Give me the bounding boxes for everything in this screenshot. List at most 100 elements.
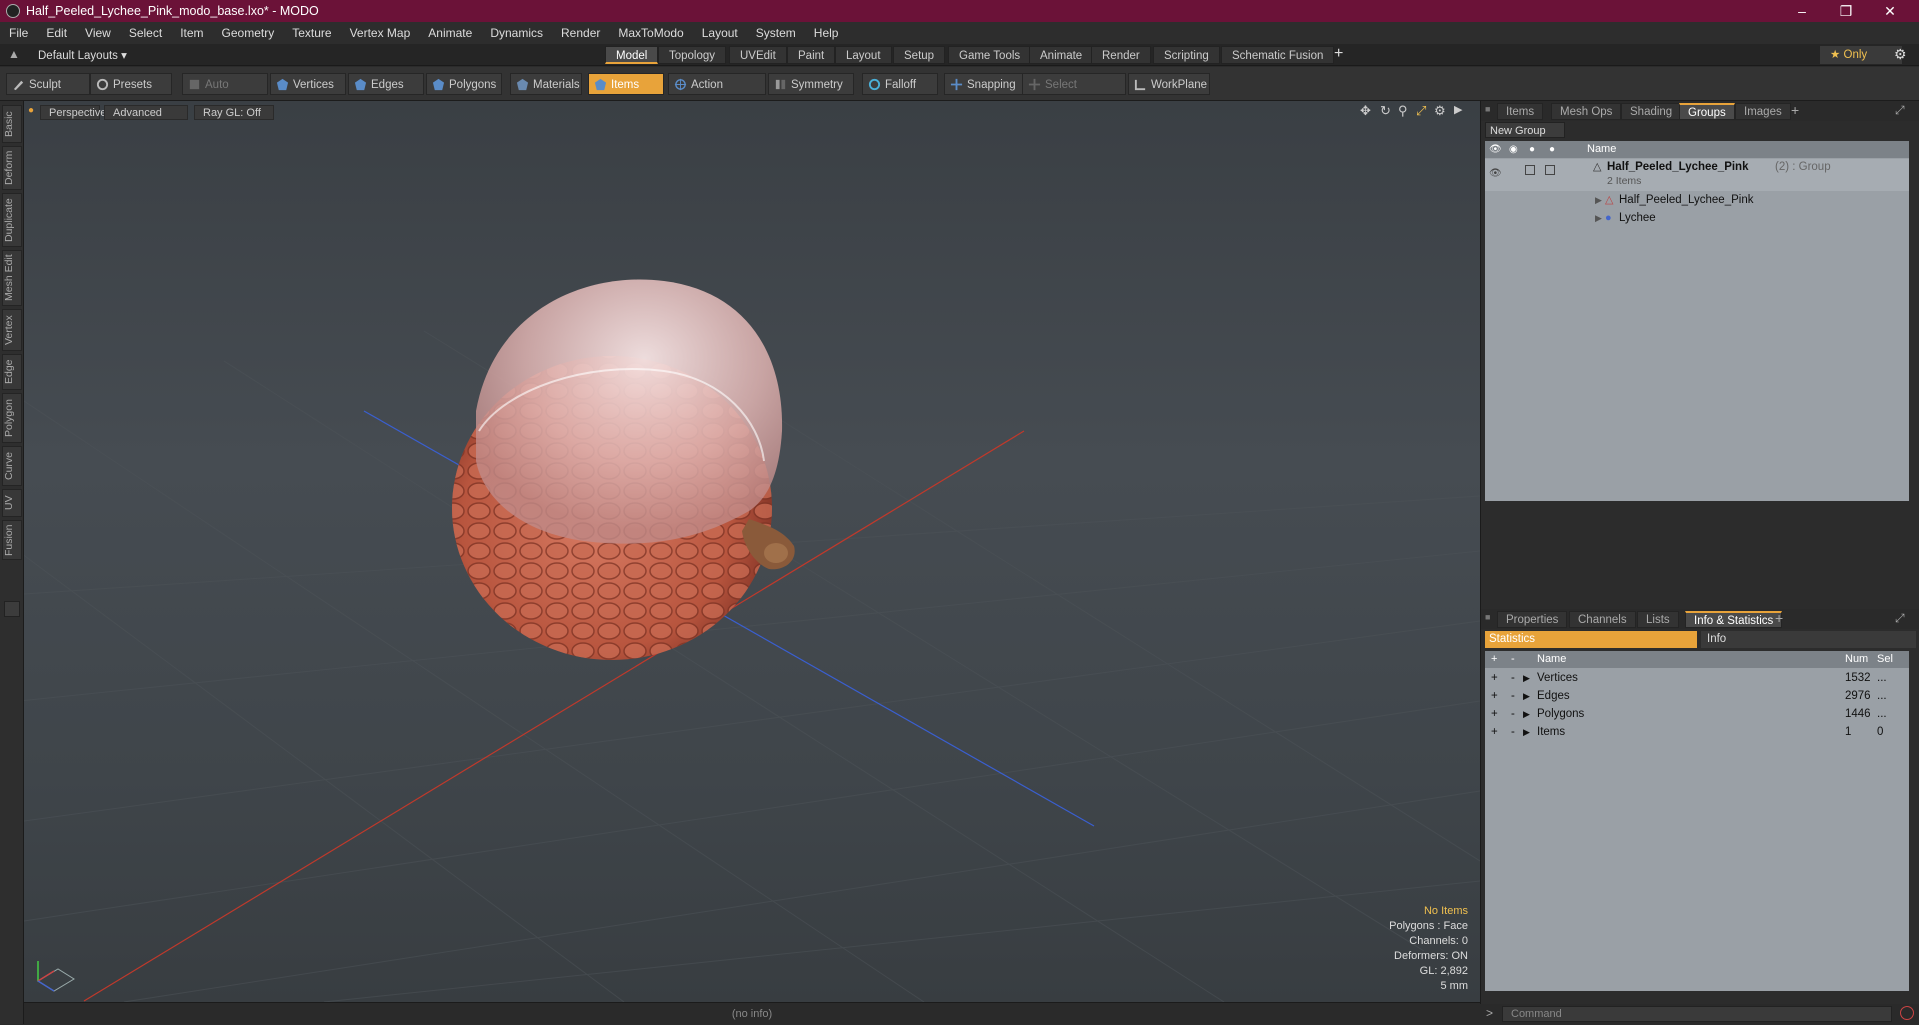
stats-name-column[interactable]: Name xyxy=(1537,651,1566,668)
menu-animate[interactable]: Animate xyxy=(419,26,481,40)
menu-geometry[interactable]: Geometry xyxy=(213,26,284,40)
menu-texture[interactable]: Texture xyxy=(283,26,340,40)
vertices-button[interactable]: Vertices 1 xyxy=(270,73,346,113)
stats-sel-column[interactable]: Sel xyxy=(1877,651,1893,668)
tab-channels[interactable]: Channels xyxy=(1569,611,1636,628)
menu-system[interactable]: System xyxy=(747,26,805,40)
statistics-tab[interactable]: Statistics xyxy=(1485,631,1697,648)
row-collapse-icon[interactable]: - xyxy=(1511,723,1515,741)
sidebar-tab-fusion[interactable]: Fusion xyxy=(2,520,22,560)
tab-shading[interactable]: Shading xyxy=(1621,103,1682,120)
viewport-menu-icon[interactable]: ● xyxy=(28,105,34,116)
3d-viewport[interactable]: ● Perspective Advanced Ray GL: Off ✥ ↻ ⚲… xyxy=(24,101,1480,1002)
tab-layout[interactable]: Layout xyxy=(835,46,892,64)
select-col-icon[interactable]: ● xyxy=(1549,141,1555,158)
tab-setup[interactable]: Setup xyxy=(893,46,946,64)
tab-model[interactable]: Model xyxy=(605,46,659,64)
polygons-button[interactable]: Polygons xyxy=(426,73,502,95)
visibility-col-icon[interactable]: 👁 xyxy=(1489,141,1502,158)
perspective-dropdown[interactable]: Perspective xyxy=(40,105,106,120)
edges-button[interactable]: Edges 2 xyxy=(348,73,424,113)
tab-items[interactable]: Items xyxy=(1497,103,1544,120)
menu-item[interactable]: Item xyxy=(171,26,212,40)
view-settings-icon[interactable]: ⚙ xyxy=(1434,103,1446,119)
fit-view-icon[interactable]: ⤢ xyxy=(1416,103,1426,119)
expand-all-icon[interactable]: + xyxy=(1491,651,1497,668)
command-clear-icon[interactable] xyxy=(1900,1006,1914,1020)
add-panel-tab-icon[interactable]: + xyxy=(1775,610,1783,626)
group-lock-checkbox[interactable] xyxy=(1525,165,1535,175)
menu-render[interactable]: Render xyxy=(552,26,609,40)
tab-topology[interactable]: Topology xyxy=(658,46,727,64)
sidebar-tab-curve[interactable]: Curve xyxy=(2,446,22,486)
move-view-icon[interactable]: ✥ xyxy=(1360,103,1371,119)
tab-uvedit[interactable]: UVEdit xyxy=(729,46,787,64)
row-expand-icon[interactable]: + xyxy=(1491,687,1498,705)
panel-maximize-icon[interactable]: ⤢ xyxy=(1895,611,1905,626)
menu-dynamics[interactable]: Dynamics xyxy=(481,26,552,40)
menu-edit[interactable]: Edit xyxy=(37,26,76,40)
expand-arrow-icon[interactable]: ▶ xyxy=(1595,191,1602,209)
select-through-button[interactable]: Select Through xyxy=(1022,73,1126,113)
render-col-icon[interactable]: ◉ xyxy=(1509,141,1518,158)
groups-name-column[interactable]: Name xyxy=(1587,141,1616,158)
tab-groups[interactable]: Groups xyxy=(1679,103,1735,120)
collapse-all-icon[interactable]: - xyxy=(1511,651,1515,668)
menu-help[interactable]: Help xyxy=(805,26,848,40)
tab-lists[interactable]: Lists xyxy=(1637,611,1679,628)
sidebar-tab-mesh-edit[interactable]: Mesh Edit xyxy=(2,250,22,306)
workplane-button[interactable]: WorkPlane xyxy=(1128,73,1210,95)
expand-arrow-icon[interactable]: ▶ xyxy=(1595,209,1602,227)
minimize-icon[interactable]: – xyxy=(1782,0,1822,22)
sidebar-toggle-button[interactable] xyxy=(4,601,20,617)
menu-vertex-map[interactable]: Vertex Map xyxy=(341,26,420,40)
table-row[interactable]: + - ▶ Polygons 1446 ... xyxy=(1485,705,1909,723)
only-toggle[interactable]: ★ Only xyxy=(1820,46,1902,64)
layout-preset-dropdown[interactable]: Default Layouts ▾ xyxy=(38,48,127,62)
presets-button[interactable]: Presets F6 xyxy=(90,73,172,113)
menu-maxtomodo[interactable]: MaxToModo xyxy=(609,26,692,40)
panel-maximize-icon[interactable]: ⤢ xyxy=(1895,103,1905,118)
sidebar-tab-polygon[interactable]: Polygon xyxy=(2,393,22,443)
group-select-checkbox[interactable] xyxy=(1545,165,1555,175)
menu-file[interactable]: File xyxy=(0,26,37,40)
group-row[interactable]: 👁 △ Half_Peeled_Lychee_Pink (2) : Group … xyxy=(1485,159,1909,191)
row-collapse-icon[interactable]: - xyxy=(1511,669,1515,687)
raygl-toggle[interactable]: Ray GL: Off xyxy=(194,105,274,120)
row-collapse-icon[interactable]: - xyxy=(1511,705,1515,723)
menu-select[interactable]: Select xyxy=(120,26,171,40)
tab-animate[interactable]: Animate xyxy=(1029,46,1094,64)
lychee-model[interactable] xyxy=(452,279,795,660)
table-row[interactable]: + - ▶ Edges 2976 ... xyxy=(1485,687,1909,705)
tab-game-tools[interactable]: Game Tools xyxy=(948,46,1032,64)
row-expand-icon[interactable]: + xyxy=(1491,723,1498,741)
zoom-view-icon[interactable]: ⚲ xyxy=(1398,103,1408,119)
sidebar-tab-basic[interactable]: Basic xyxy=(2,105,22,143)
symmetry-button[interactable]: Symmetry xyxy=(768,73,854,95)
row-expand-icon[interactable]: + xyxy=(1491,669,1498,687)
auto-select-button[interactable]: Auto Select xyxy=(182,73,268,113)
restore-icon[interactable]: ❐ xyxy=(1826,0,1866,22)
info-tab[interactable]: Info xyxy=(1701,631,1916,648)
falloff-button[interactable]: Falloff xyxy=(862,73,938,95)
tab-mesh-ops[interactable]: Mesh Ops xyxy=(1551,103,1622,120)
sidebar-tab-vertex[interactable]: Vertex xyxy=(2,309,22,351)
sidebar-tab-uv[interactable]: UV xyxy=(2,489,22,517)
action-center-button[interactable]: Action Center xyxy=(668,73,766,113)
row-arrow-icon[interactable]: ▶ xyxy=(1523,669,1530,687)
snapping-button[interactable]: Snapping xyxy=(944,73,1026,95)
menu-view[interactable]: View xyxy=(76,26,120,40)
panel-grip-icon[interactable]: ■ xyxy=(1485,104,1490,114)
tab-info-statistics[interactable]: Info & Statistics xyxy=(1685,611,1783,628)
table-row[interactable]: + - ▶ Vertices 1532 ... xyxy=(1485,669,1909,687)
command-input[interactable]: Command xyxy=(1502,1006,1892,1022)
add-panel-tab-icon[interactable]: + xyxy=(1791,102,1799,118)
close-icon[interactable]: ✕ xyxy=(1870,0,1910,22)
sidebar-tab-edge[interactable]: Edge xyxy=(2,354,22,390)
advanced-dropdown[interactable]: Advanced xyxy=(104,105,188,120)
table-row[interactable]: + - ▶ Items 1 0 xyxy=(1485,723,1909,741)
panel-grip-icon[interactable]: ■ xyxy=(1485,612,1490,622)
tab-scripting[interactable]: Scripting xyxy=(1153,46,1220,64)
stats-num-column[interactable]: Num xyxy=(1845,651,1868,668)
menu-layout[interactable]: Layout xyxy=(693,26,747,40)
